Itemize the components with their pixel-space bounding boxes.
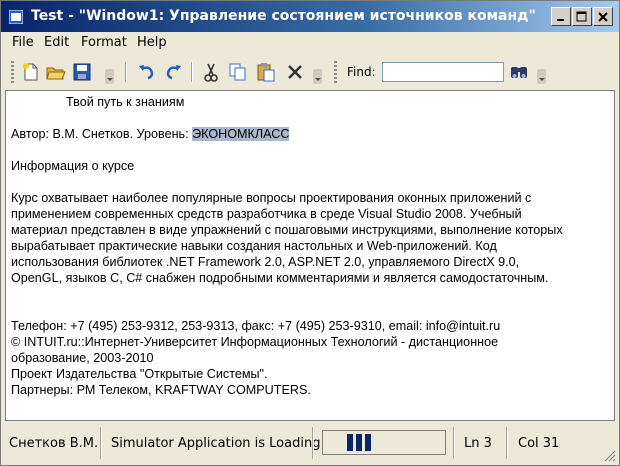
copy-icon[interactable] — [227, 61, 249, 83]
editor-line: Партнеры: РМ Телеком, KRAFTWAY COMPUTERS… — [11, 383, 311, 397]
find-input[interactable] — [382, 62, 504, 82]
toolbar-grip[interactable] — [11, 61, 14, 83]
status-separator — [312, 427, 314, 459]
menu-edit[interactable]: Edit — [44, 35, 69, 50]
author-text: Автор: В.М. Снетков. Уровень: — [11, 127, 193, 141]
menu-help[interactable]: Help — [137, 35, 167, 50]
new-document-icon[interactable] — [20, 61, 42, 83]
resize-grip-icon[interactable] — [604, 450, 616, 462]
toolbar-overflow-2[interactable] — [313, 69, 322, 84]
menu-format[interactable]: Format — [81, 35, 127, 50]
cut-icon[interactable] — [200, 61, 222, 83]
open-folder-icon[interactable] — [45, 61, 67, 83]
editor-line: Телефон: +7 (495) 253-9312, 253-9313, фа… — [11, 319, 501, 333]
status-column: Col 31 — [518, 436, 560, 451]
toolbar — [1, 55, 619, 89]
toolbar-overflow-1[interactable] — [105, 69, 114, 84]
paste-icon[interactable] — [255, 61, 277, 83]
save-icon[interactable] — [71, 61, 93, 83]
delete-icon[interactable] — [284, 61, 306, 83]
selected-text: ЭКОНОМКЛАСС — [192, 127, 290, 141]
editor-line: материал представлен в виде упражнений с… — [11, 223, 563, 237]
menu-file[interactable]: File — [12, 35, 34, 50]
title-bar[interactable]: Test - "Window1: Управление состоянием и… — [1, 1, 619, 32]
close-button[interactable] — [593, 7, 613, 26]
editor-line-author: Автор: В.М. Снетков. Уровень: ЭКОНОМКЛАС… — [11, 127, 290, 142]
editor-line: использования библиотек .NET Framework 2… — [11, 255, 520, 269]
editor-line: образование, 2003-2010 — [11, 351, 154, 365]
undo-icon[interactable] — [136, 61, 158, 83]
window-title: Test - "Window1: Управление состоянием и… — [31, 8, 536, 24]
toolbar-separator — [191, 62, 193, 82]
rich-text-editor[interactable]: Твой путь к знаниям Автор: В.М. Снетков.… — [5, 90, 615, 421]
maximize-button[interactable] — [572, 7, 592, 26]
progress-block — [365, 434, 371, 451]
minimize-button[interactable] — [551, 7, 571, 26]
menu-bar: File Edit Format Help — [1, 32, 619, 54]
find-binoculars-icon[interactable] — [508, 61, 530, 83]
status-line: Ln 3 — [464, 436, 492, 451]
find-label: Find: — [347, 65, 376, 79]
redo-icon[interactable] — [162, 61, 184, 83]
status-bar: Снетков В.М. Simulator Application is Lo… — [1, 423, 619, 465]
status-separator — [100, 427, 102, 459]
editor-line: OpenGL, языков C, C# снабжен подробными … — [11, 271, 549, 285]
status-separator — [453, 427, 455, 459]
editor-line: Информация о курсе — [11, 159, 135, 173]
toolbar-separator — [125, 62, 127, 82]
progress-block — [356, 434, 362, 451]
status-user: Снетков В.М. — [9, 436, 99, 451]
window-app-icon — [8, 9, 24, 25]
app-window: Test - "Window1: Управление состоянием и… — [0, 0, 620, 466]
toolbar-overflow-3[interactable] — [537, 69, 546, 84]
status-separator — [506, 427, 508, 459]
editor-line: Курс охватывает наиболее популярные вопр… — [11, 191, 532, 205]
status-loading: Simulator Application is Loading — [111, 436, 321, 451]
editor-line: © INTUIT.ru::Интернет-Университет Информ… — [11, 335, 499, 349]
editor-line: Твой путь к знаниям — [66, 95, 185, 109]
editor-line: вырабатывает практические навыки создани… — [11, 239, 497, 253]
toolbar-grip[interactable] — [334, 61, 337, 83]
editor-line: Проект Издательства "Открытые Системы". — [11, 367, 268, 381]
loading-progress-bar — [322, 430, 446, 455]
editor-line: применением современных средств разработ… — [11, 207, 522, 221]
progress-block — [347, 434, 353, 451]
